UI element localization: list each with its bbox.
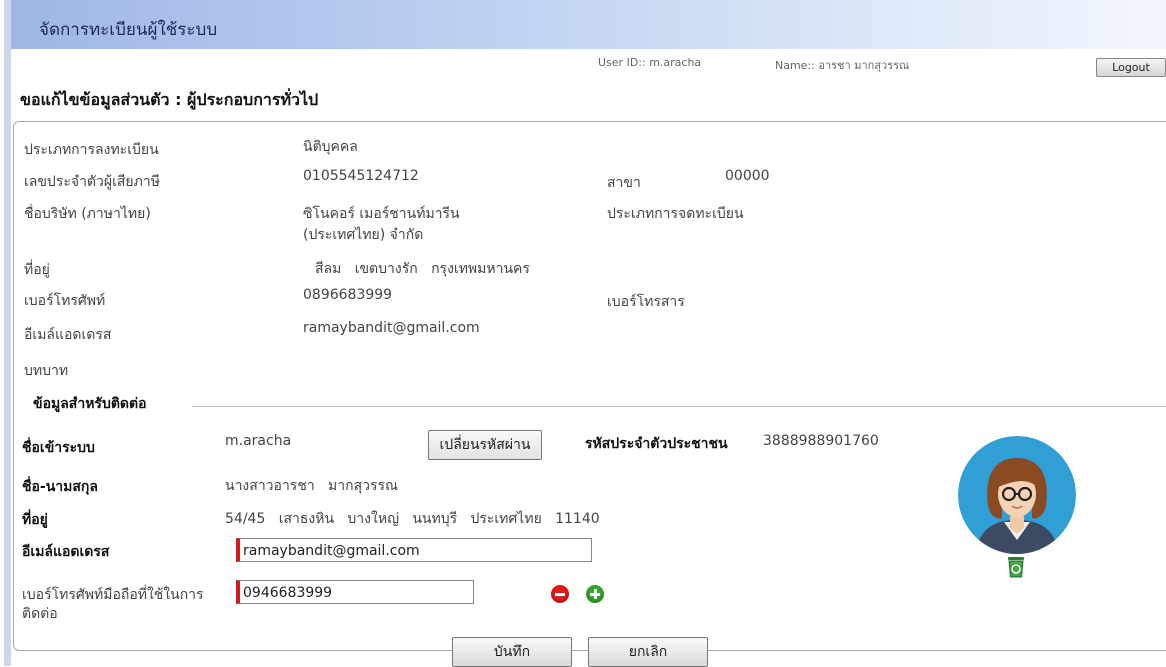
fullname-value: นางสาวอารชา มากสุวรรณ (225, 478, 399, 494)
citizen-id-value: 3888988901760 (763, 433, 879, 449)
phone-value: 0896683999 (303, 287, 393, 303)
email-input[interactable]: ramaybandit@gmail.com (236, 538, 592, 562)
contact-address-label: ที่อยู่ (22, 512, 48, 528)
left-edge (0, 0, 4, 666)
contact-section-title: ข้อมูลสำหรับติดต่อ (33, 396, 147, 412)
trash-icon[interactable] (1005, 555, 1027, 579)
branch-value: 00000 (725, 168, 770, 184)
tax-id-value: 0105545124712 (303, 168, 419, 184)
company-name-label: ชื่อบริษัท (ภาษาไทย) (24, 206, 151, 222)
reg-type-label: ประเภทการลงทะเบียน (24, 142, 159, 158)
login-name-value: m.aracha (225, 433, 292, 449)
user-avatar (958, 436, 1076, 554)
role-label: บทบาท (24, 363, 69, 379)
mobile-label-line2: ติดต่อ (22, 606, 58, 622)
company-email-value: ramaybandit@gmail.com (303, 320, 480, 336)
section-divider (192, 406, 1166, 407)
tax-id-label: เลขประจำตัวผู้เสียภาษี (24, 174, 160, 190)
window-title: จัดการทะเบียนผู้ใช้ระบบ (39, 20, 218, 40)
change-password-button[interactable]: เปลี่ยนรหัสผ่าน (428, 430, 542, 460)
branch-label: สาขา (607, 175, 641, 191)
phone-label: เบอร์โทรศัพท์ (24, 293, 106, 309)
window-header: จัดการทะเบียนผู้ใช้ระบบ (11, 0, 1166, 49)
plus-circle-icon[interactable] (586, 585, 604, 603)
fax-label: เบอร์โทรสาร (607, 294, 685, 310)
company-email-label: อีเมล์แอดเดรส (24, 327, 112, 343)
contact-email-label: อีเมล์แอดเดรส (22, 544, 110, 560)
reg-type-value: นิติบุคคล (303, 139, 358, 155)
company-name-value-line2: (ประเทศไทย) จำกัด (303, 227, 424, 243)
user-id-text: User ID:: m.aracha (598, 56, 702, 69)
save-button[interactable]: บันทึก (452, 637, 572, 667)
profile-panel (13, 121, 1166, 651)
company-name-value-line1: ซิโนคอร์ เมอร์ชานท์มารีน (303, 206, 460, 222)
mobile-input[interactable]: 0946683999 (236, 580, 474, 604)
company-address-label: ที่อยู่ (24, 262, 50, 278)
contact-address-value: 54/45 เสาธงหิน บางใหญ่ นนทบุรี ประเทศไทย… (225, 511, 600, 527)
logout-button[interactable]: Logout (1096, 58, 1166, 77)
cancel-button[interactable]: ยกเลิก (588, 637, 708, 667)
citizen-id-label: รหัสประจำตัวประชาชน (585, 436, 728, 452)
login-name-label: ชื่อเข้าระบบ (22, 440, 95, 456)
company-address-value: สีลม เขตบางรัก กรุงเทพมหานคร (315, 261, 530, 277)
minus-circle-icon[interactable] (551, 585, 569, 603)
fullname-label: ชื่อ-นามสกุล (22, 479, 98, 495)
user-name-text: Name:: อารชา มากสุวรรณ (775, 59, 910, 72)
register-type-label: ประเภทการจดทะเบียน (607, 206, 744, 222)
page-title: ขอแก้ไขข้อมูลส่วนตัว : ผู้ประกอบการทั่วไ… (20, 90, 319, 109)
